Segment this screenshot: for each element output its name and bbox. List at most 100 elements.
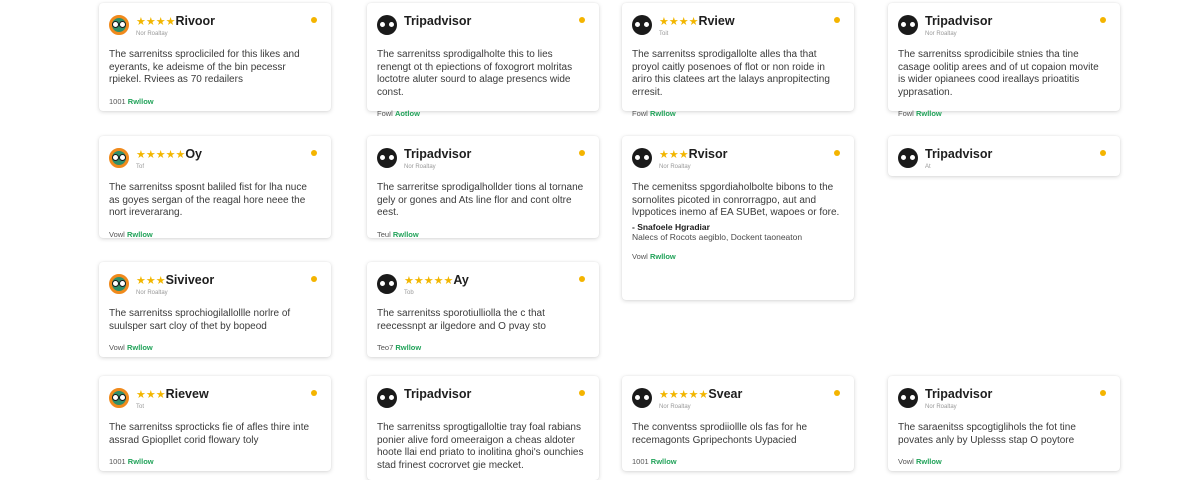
card-title-group: Tripadvisor	[404, 388, 471, 401]
status-dot-icon	[311, 17, 317, 23]
card-title-text: Tripadvisor	[925, 147, 993, 161]
card-subtitle: Tob	[404, 290, 414, 296]
tripadvisor-owl-color-icon	[109, 274, 129, 294]
card-title-group: Tripadvisor At	[925, 148, 992, 170]
review-card[interactable]: Tripadvisor At	[888, 136, 1120, 176]
card-title-group: Tripadvisor Nor Roaltay	[404, 148, 471, 170]
star-rating: ★★★	[136, 275, 166, 287]
footer-label: Fowl	[632, 109, 648, 118]
card-title-group: ★★★★Rivoor Nor Roaltay	[136, 15, 215, 37]
card-title: ★★★★Rview	[659, 15, 735, 28]
status-dot-icon	[834, 390, 840, 396]
footer-label: Vowl	[898, 457, 914, 466]
review-highlight-title: - Snafoele Hgradiar	[632, 221, 710, 232]
follow-link[interactable]: Rwllow	[393, 230, 419, 239]
card-footer: Fowl Rwllow	[632, 109, 842, 118]
card-footer: Vowl Rwllow	[898, 457, 1108, 466]
card-title-group: ★★★★★Ay Tob	[404, 274, 469, 296]
card-subtitle: At	[925, 163, 931, 170]
status-dot-icon	[579, 390, 585, 396]
follow-link[interactable]: Rwllow	[650, 109, 676, 118]
card-title-text: Tripadvisor	[404, 387, 472, 401]
card-header: ★★★Rievew Tot	[109, 388, 319, 414]
footer-label: 1001	[632, 457, 649, 466]
review-card[interactable]: Tripadvisor Nor Roaltay The sarrenitss spr…	[888, 3, 1120, 118]
review-card[interactable]: Tripadvisor Nor Roaltay The sarreritse spr…	[367, 136, 599, 239]
follow-link[interactable]: Rwllow	[128, 457, 154, 466]
card-title-text: Rview	[698, 14, 735, 28]
card-footer: Vowl Rwllow	[109, 343, 319, 352]
star-rating: ★★★	[659, 149, 689, 161]
follow-link[interactable]: Rwllow	[395, 343, 421, 352]
card-header: ★★★★★Oy Tof	[109, 148, 319, 174]
card-title: ★★★★Rivoor	[136, 15, 215, 28]
review-card[interactable]: Tripadvisor The sarrenitss sprogtigallolt…	[367, 376, 599, 480]
review-text: The sarrenitss sprocticks fie of afles t…	[109, 422, 310, 446]
review-text: The sarreritse sprodigalhollder tions al…	[377, 182, 584, 218]
card-title: Tripadvisor	[925, 388, 992, 401]
follow-link[interactable]: Rwllow	[651, 457, 677, 466]
footer-label: Fowl	[377, 109, 393, 118]
card-title: ★★★★★Svear	[659, 388, 742, 401]
card-title: ★★★Rievew	[136, 388, 209, 401]
footer-label: Vowl	[109, 229, 125, 239]
card-header: ★★★★Rview Toit	[632, 15, 842, 41]
review-text: The sarrenitss sprodigalholte this to li…	[377, 49, 573, 98]
card-title: ★★★★★Oy	[136, 148, 202, 161]
card-footer: Vowl Rwllow	[632, 252, 842, 261]
card-footer: Teo7 Rwllow	[377, 343, 587, 352]
card-title-text: Oy	[185, 147, 202, 161]
card-title-text: Rvisor	[688, 147, 728, 161]
star-rating: ★★★★★	[404, 275, 454, 287]
card-header: Tripadvisor Nor Roaltay	[377, 148, 587, 174]
footer-label: 1001	[109, 96, 126, 106]
follow-link[interactable]: Rwllow	[916, 457, 942, 466]
tripadvisor-owl-icon	[377, 15, 397, 35]
card-title: Tripadvisor	[404, 148, 471, 161]
card-header: ★★★★★Svear Nor Roaltay	[632, 388, 842, 414]
follow-link[interactable]: Aotlow	[395, 109, 420, 118]
review-card[interactable]: Tripadvisor Nor Roaltay The saraenitss spc…	[888, 376, 1120, 471]
card-header: ★★★Siviveor Nor Roaltay	[109, 274, 319, 300]
card-footer: Fowl Rwllow	[898, 109, 1108, 118]
status-dot-icon	[1100, 150, 1106, 156]
card-header: Tripadvisor Nor Roaltay	[898, 15, 1108, 41]
card-header: ★★★★Rivoor Nor Roaltay	[109, 15, 319, 41]
card-title-group: ★★★Rvisor Nor Roaltay	[659, 148, 728, 170]
follow-link[interactable]: Rwllow	[127, 230, 153, 239]
card-subtitle: Nor Roaltay	[925, 403, 957, 410]
star-rating: ★★★★★	[136, 149, 186, 161]
review-card[interactable]: Tripadvisor The sarrenitss sprodigalholte…	[367, 3, 599, 118]
card-title-text: Tripadvisor	[404, 147, 472, 161]
star-rating: ★★★★★	[659, 389, 709, 401]
follow-link[interactable]: Rwllow	[916, 109, 942, 118]
card-header: Tripadvisor	[377, 15, 587, 41]
card-title-group: ★★★Rievew Tot	[136, 388, 209, 410]
review-text: The sarrenitss sprocliciled for this lik…	[109, 49, 300, 85]
status-dot-icon	[1100, 390, 1106, 396]
card-subtitle: Nor Roaltay	[136, 290, 168, 296]
review-card[interactable]: ★★★★Rivoor Nor Roaltay The sarrenitss spro…	[99, 3, 331, 111]
review-card[interactable]: ★★★Siviveor Nor Roaltay The sarrenitss spr…	[99, 262, 331, 357]
review-text: The sarrenitss sposnt baliled fist for l…	[109, 182, 307, 218]
card-title: ★★★Rvisor	[659, 148, 728, 161]
status-dot-icon	[1100, 17, 1106, 23]
follow-link[interactable]: Rwllow	[127, 343, 153, 352]
footer-label: Teo7	[377, 343, 394, 352]
card-header: Tripadvisor Nor Roaltay	[898, 388, 1108, 414]
footer-label: Fowl	[898, 109, 914, 118]
tripadvisor-owl-color-icon	[109, 15, 129, 35]
follow-link[interactable]: Rwllow	[128, 97, 154, 106]
review-card[interactable]: ★★★★★Oy Tof The sarrenitss sposnt baliled …	[99, 136, 331, 239]
review-text: The cemenitss spgordiaholbolte bibons to…	[632, 182, 840, 218]
review-card[interactable]: ★★★★★Svear Nor Roaltay The conventss sprod…	[622, 376, 854, 471]
footer-label: Vowl	[632, 252, 648, 261]
review-card[interactable]: ★★★Rvisor Nor Roaltay The cemenitss spgord…	[622, 136, 854, 300]
review-card[interactable]: ★★★Rievew Tot The sarrenitss sprocticks fi…	[99, 376, 331, 471]
review-card[interactable]: ★★★★★Ay Tob The sarrenitss sporotiulliolla…	[367, 262, 599, 357]
card-subtitle: Toit	[659, 31, 669, 37]
status-dot-icon	[579, 17, 585, 23]
card-title-group: ★★★Siviveor Nor Roaltay	[136, 274, 214, 296]
review-card[interactable]: ★★★★Rview Toit The sarrenitss sprodigallol…	[622, 3, 854, 118]
follow-link[interactable]: Rwllow	[650, 252, 676, 261]
